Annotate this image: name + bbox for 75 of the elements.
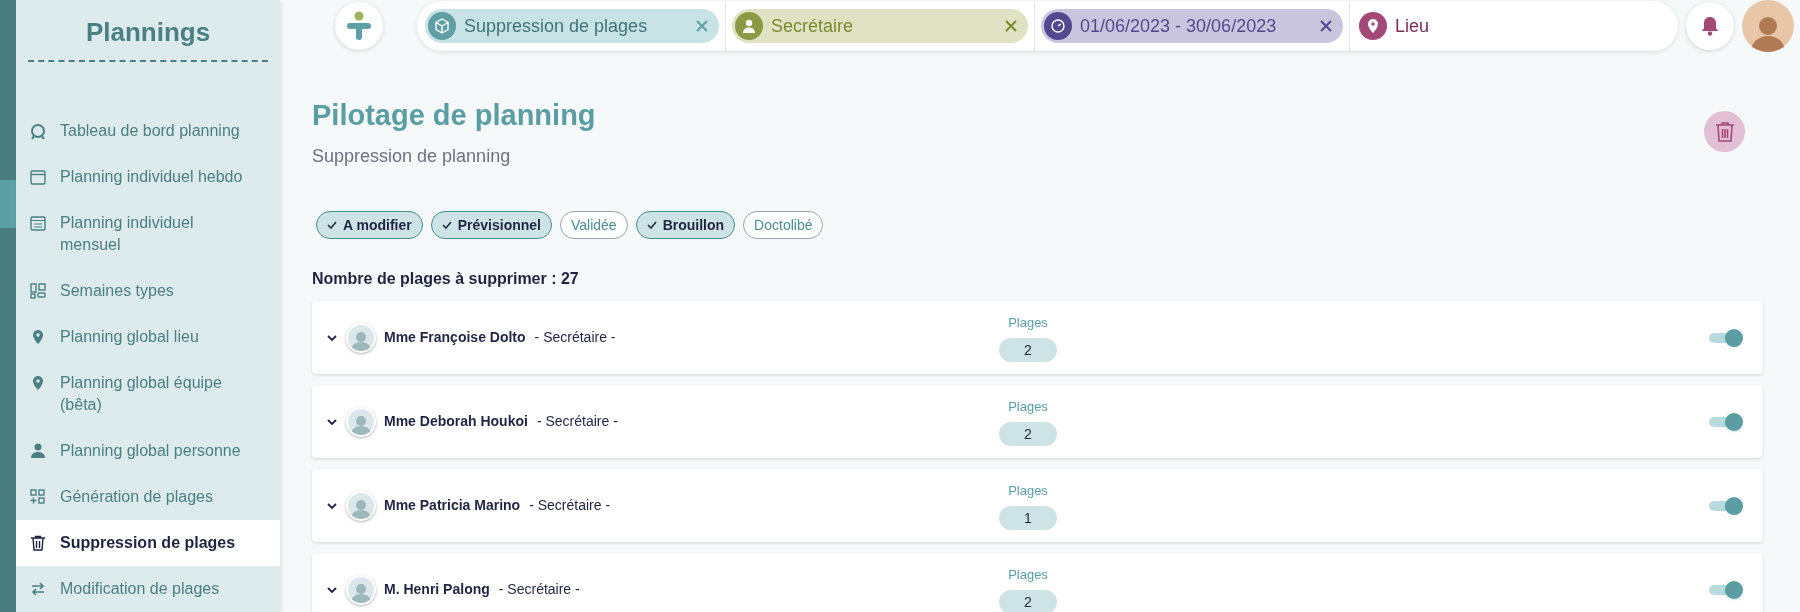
person-icon [29, 442, 47, 460]
check-icon [441, 221, 452, 229]
trash-icon [1714, 120, 1735, 143]
plages-label: Plages [1008, 481, 1048, 500]
toggle-switch[interactable] [1709, 328, 1743, 347]
status-filter-chip[interactable]: Prévisionnel [430, 211, 552, 239]
check-icon [327, 221, 337, 229]
plages-label: Plages [1008, 397, 1048, 416]
status-filter-chip[interactable]: Brouillon [635, 211, 736, 239]
person-name: Mme Deborah Houkoi [384, 412, 528, 431]
avatar [346, 574, 376, 605]
sidebar-item[interactable]: Modification de plages [16, 566, 280, 612]
avatar [346, 406, 376, 437]
person-name: Mme Patricia Marino [384, 496, 521, 515]
bell-icon [1701, 16, 1719, 36]
dashboard-icon [29, 122, 47, 140]
grid-plus-icon [29, 488, 47, 506]
sidebar-item[interactable]: Planning individuel mensuel [16, 200, 280, 268]
status-filter-chip[interactable]: Validée [560, 211, 628, 239]
check-icon [646, 221, 657, 229]
cube-icon [434, 18, 450, 34]
plages-count: 2 [999, 590, 1057, 612]
trash-icon [29, 534, 47, 552]
sidebar-item[interactable]: Planning individuel hebdo [16, 154, 280, 200]
logo-button[interactable] [335, 2, 383, 50]
filter-chip[interactable]: Secrétaire [732, 9, 1028, 43]
status-filter-chip[interactable]: Doctolibé [743, 211, 824, 239]
sidebar-item[interactable]: Tableau de bord planning [16, 108, 280, 154]
filter-chip[interactable]: 01/06/2023 - 30/06/2023 [1041, 9, 1343, 43]
avatar [346, 322, 376, 353]
plages-label: Plages [1008, 313, 1048, 332]
toggle-switch[interactable] [1709, 496, 1743, 515]
user-avatar[interactable] [1742, 0, 1794, 52]
filter-label: 01/06/2023 - 30/06/2023 [1080, 14, 1278, 38]
page-subtitle: Suppression de planning [312, 145, 512, 168]
person-role: - Secrétaire - [534, 328, 616, 347]
sidebar-item[interactable]: Semaines types [16, 268, 280, 314]
person-role: - Secrétaire - [529, 496, 611, 515]
filter-label: Suppression de plages [464, 14, 649, 38]
toggle-switch[interactable] [1709, 580, 1743, 599]
filter-label: Lieu [1395, 14, 1431, 38]
person-name: Mme Françoise Dolto [384, 328, 526, 347]
calendar-icon [29, 214, 47, 232]
close-icon[interactable] [1004, 19, 1018, 33]
sidebar-item[interactable]: Planning global personne [16, 428, 280, 474]
location-pin-icon [1366, 18, 1380, 34]
swap-arrows-icon [29, 580, 47, 598]
logo-icon [345, 11, 373, 41]
page-title: Pilotage de planning [312, 98, 596, 133]
status-filter-chip[interactable]: A modifier [316, 211, 423, 239]
person-role: - Secrétaire - [498, 580, 580, 599]
close-icon[interactable] [695, 19, 709, 33]
sidebar-item[interactable]: Planning global équipe (bêta) [16, 360, 280, 428]
plages-count: 2 [999, 422, 1057, 447]
sidebar-item[interactable]: Génération de plages [16, 474, 280, 520]
notifications-button[interactable] [1686, 2, 1734, 50]
sidebar-item[interactable]: Planning global lieu [16, 314, 280, 360]
close-icon[interactable] [1319, 19, 1333, 33]
filter-chip[interactable]: Suppression de plages [425, 9, 719, 43]
person-role: - Secrétaire - [536, 412, 618, 431]
plages-count: 1 [999, 506, 1057, 531]
plages-count: 2 [999, 338, 1057, 363]
sidebar-item[interactable]: Suppression de plages [16, 520, 280, 566]
avatar [346, 490, 376, 521]
person-icon [741, 18, 757, 34]
calendar-icon [29, 168, 47, 186]
delete-button[interactable] [1704, 111, 1745, 152]
deletion-count: Nombre de plages à supprimer : 27 [312, 269, 580, 289]
plages-label: Plages [1008, 565, 1048, 584]
toggle-switch[interactable] [1709, 412, 1743, 431]
layout-icon [29, 282, 47, 300]
sidebar-title: Plannings [85, 16, 211, 49]
filter-label: Secrétaire [771, 14, 855, 38]
person-name: M. Henri Palong [384, 580, 490, 599]
timer-icon [1050, 18, 1066, 34]
